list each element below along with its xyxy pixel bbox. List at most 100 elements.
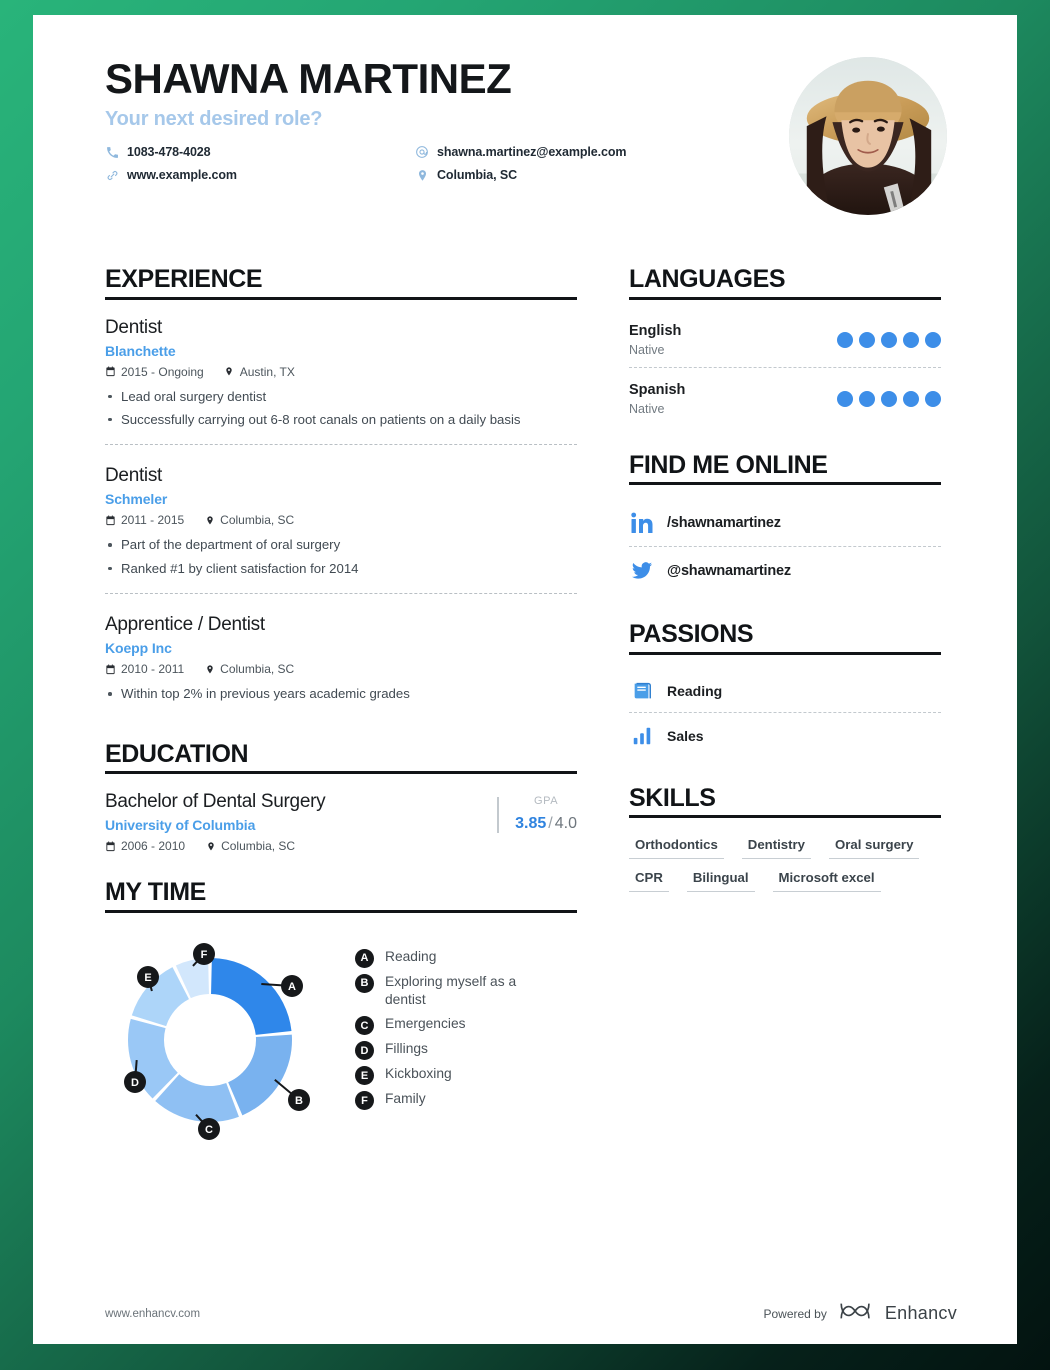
enhancv-logo-icon: [837, 1299, 875, 1328]
contact-phone: 1083-478-4028: [105, 145, 415, 159]
legend-badge-c: C: [355, 1016, 374, 1036]
rating-dot: [837, 390, 853, 407]
legend-item: D Fillings: [355, 1040, 545, 1061]
experience-entry: Dentist Schmeler 2011 - 2015 Columbia, S…: [105, 444, 577, 593]
slice-badge-label: F: [201, 949, 208, 961]
left-column: EXPERIENCE Dentist Blanchette 2015 - Ong…: [105, 265, 577, 1149]
location-pin-icon: [224, 366, 235, 378]
location-pin-icon: [205, 840, 216, 852]
bullet-item: Lead oral surgery dentist: [105, 387, 577, 407]
bullet-list: Part of the department of oral surgery R…: [105, 535, 577, 579]
resume-page: SHAWNA MARTINEZ Your next desired role? …: [33, 15, 1017, 1344]
twitter-link[interactable]: @shawnamartinez: [629, 546, 941, 593]
right-column: LANGUAGES English Native Spanish Native …: [629, 265, 941, 1149]
gpa-label: GPA: [533, 795, 559, 808]
donut-slice: [228, 1034, 292, 1116]
twitter-icon: [629, 560, 655, 582]
passions-section: PASSIONS Reading Sales: [629, 620, 941, 757]
book-icon: [629, 680, 655, 702]
languages-heading: LANGUAGES: [629, 265, 786, 293]
section-divider: [629, 651, 941, 655]
skills-heading: SKILLS: [629, 783, 716, 812]
calendar-icon: [105, 514, 116, 526]
rating-dot: [903, 331, 919, 348]
section-divider: [629, 815, 941, 818]
rating-dot: [925, 390, 941, 407]
language-level: Native: [629, 401, 665, 416]
contact-phone-text: 1083-478-4028: [127, 145, 211, 160]
bullet-item: Successfully carrying out 6-8 root canal…: [105, 410, 577, 430]
slice-badge-label: A: [288, 981, 296, 993]
linkedin-link[interactable]: /shawnamartinez: [629, 502, 941, 546]
skill-tag: Dentistry: [741, 835, 811, 859]
phone-icon: [105, 145, 119, 159]
bar-chart-icon: [629, 725, 655, 747]
contact-location: Columbia, SC: [415, 168, 765, 182]
experience-section: EXPERIENCE Dentist Blanchette 2015 - Ong…: [105, 265, 577, 719]
date-group: 2010 - 2011: [105, 662, 184, 676]
slice-badge-label: B: [295, 1095, 303, 1107]
contact-website: www.example.com: [105, 168, 415, 182]
education-section: EDUCATION Bachelor of Dental Surgery Uni…: [105, 739, 577, 853]
legend-badge-d: D: [355, 1041, 374, 1061]
legend-label: Exploring myself as a dentist: [385, 973, 517, 1008]
rating-dot: [837, 331, 853, 348]
job-title: Apprentice / Dentist: [105, 614, 265, 636]
passion-row: Reading: [629, 672, 941, 712]
skill-tag: CPR: [629, 868, 669, 892]
footer-url[interactable]: www.enhancv.com: [105, 1308, 200, 1320]
education-heading: EDUCATION: [105, 739, 249, 768]
legend-item: B Exploring myself as a dentist: [355, 973, 545, 1010]
entry-meta: 2010 - 2011 Columbia, SC: [105, 662, 577, 676]
calendar-icon: [105, 840, 116, 852]
legend-item: A Reading: [355, 948, 545, 968]
languages-section: LANGUAGES English Native Spanish Native: [629, 265, 941, 426]
passions-heading: PASSIONS: [629, 620, 754, 648]
bullet-list: Within top 2% in previous years academic…: [105, 684, 577, 704]
section-divider: [105, 771, 577, 775]
chart-legend: A Reading B Exploring myself as a dentis…: [355, 930, 545, 1145]
rating-dot: [859, 331, 875, 348]
resume-header: SHAWNA MARTINEZ Your next desired role? …: [105, 56, 957, 232]
donut-chart-svg: A B C D E F: [124, 942, 310, 1140]
twitter-handle: @shawnamartinez: [667, 563, 791, 579]
education-entry: Bachelor of Dental Surgery University of…: [105, 791, 577, 853]
avatar: [789, 57, 947, 215]
language-row: English Native: [629, 317, 941, 367]
language-rating: [837, 390, 941, 407]
section-divider: [629, 296, 941, 300]
legend-badge-a: A: [355, 948, 374, 968]
passion-label: Reading: [667, 682, 723, 699]
footer-brand: Enhancv: [884, 1303, 957, 1323]
contact-email-text: shawna.martinez@example.com: [437, 145, 627, 160]
entry-location: Columbia, SC: [220, 662, 295, 677]
legend-badge-f: F: [355, 1091, 374, 1111]
entry-dates: 2015 - Ongoing: [121, 364, 204, 379]
experience-heading: EXPERIENCE: [105, 265, 263, 293]
entry-location: Columbia, SC: [220, 513, 295, 528]
rating-dot: [881, 390, 897, 407]
linkedin-icon: [629, 511, 655, 535]
experience-entry: Dentist Blanchette 2015 - Ongoing Austin…: [105, 317, 577, 445]
company-name: Schmeler: [105, 491, 168, 508]
rating-dot: [859, 390, 875, 407]
calendar-icon: [105, 366, 116, 378]
my-time-heading: MY TIME: [105, 878, 206, 907]
donut-chart: A B C D E F: [105, 930, 315, 1145]
slice-badge-label: D: [131, 1077, 139, 1089]
date-group: 2006 - 2010: [105, 839, 185, 853]
slice-badge-label: E: [144, 972, 151, 984]
my-time-section: MY TIME ABCDEF A Reading B Exploring mys…: [105, 879, 577, 1145]
language-name: English: [629, 322, 682, 339]
degree-title: Bachelor of Dental Surgery: [105, 791, 326, 813]
entry-meta: 2011 - 2015 Columbia, SC: [105, 513, 577, 527]
linkedin-handle: /shawnamartinez: [667, 515, 781, 531]
language-name: Spanish: [629, 381, 686, 398]
location-group: Columbia, SC: [205, 839, 295, 853]
gpa-value: 3.85: [515, 815, 547, 833]
link-icon: [105, 168, 119, 182]
gpa-max: 4.0: [554, 815, 577, 833]
donut-slice: [211, 957, 292, 1035]
legend-label: Kickboxing: [385, 1066, 452, 1082]
contact-website-text: www.example.com: [127, 168, 237, 183]
